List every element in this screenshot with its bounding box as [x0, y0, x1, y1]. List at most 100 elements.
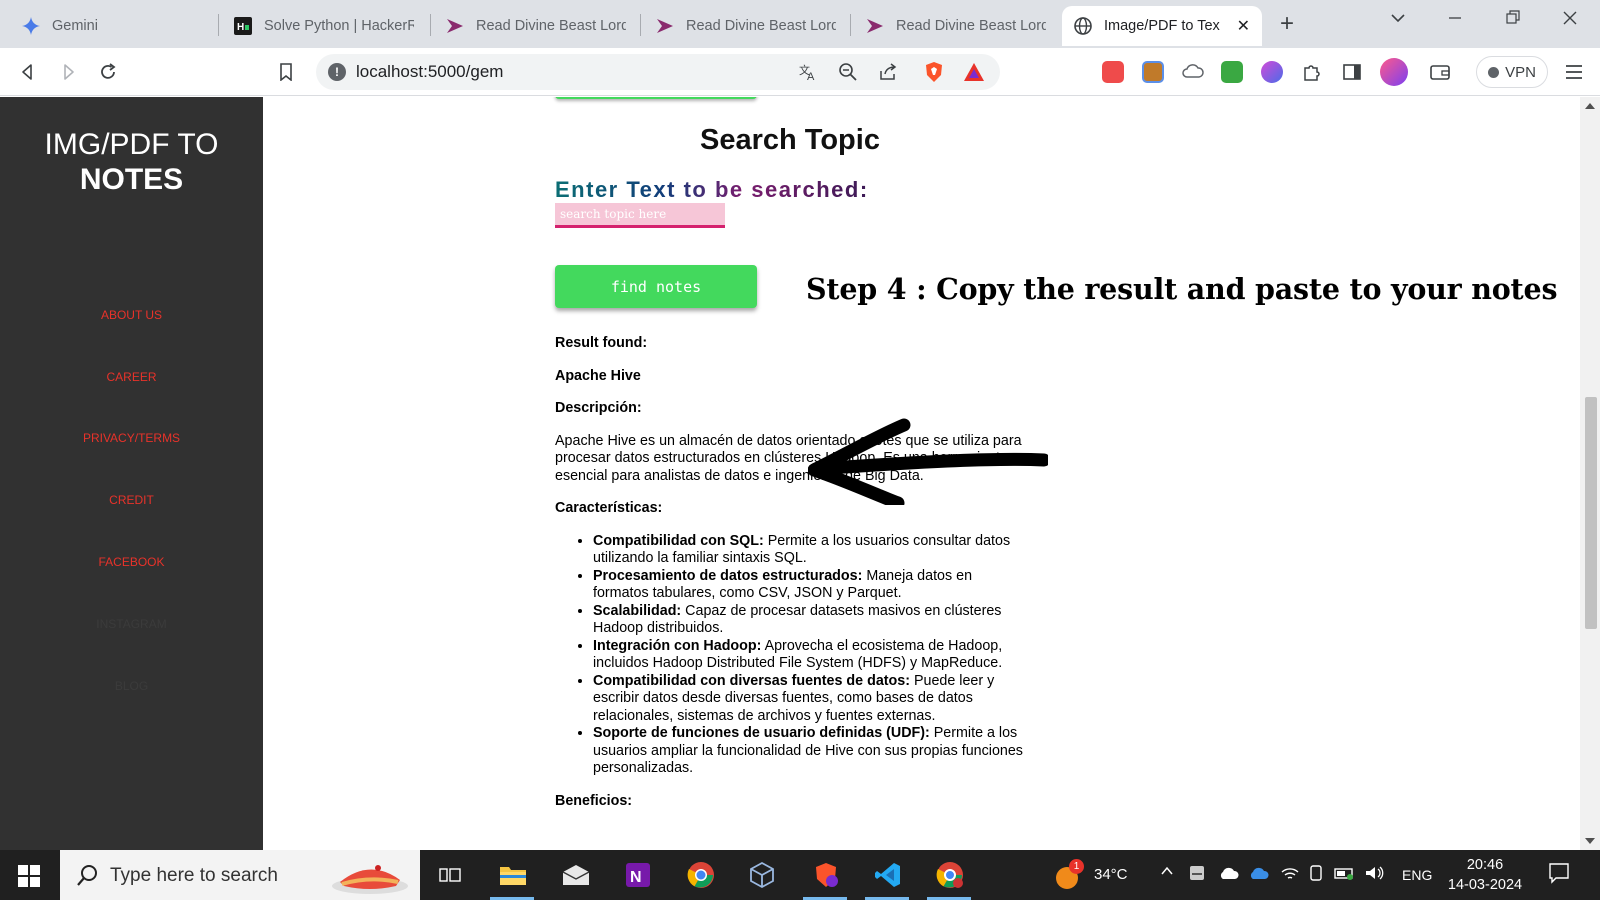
- close-tab-icon[interactable]: ✕: [1237, 16, 1250, 36]
- share-icon[interactable]: [876, 60, 900, 84]
- vpn-status-icon: [1488, 66, 1500, 78]
- extension-green-icon[interactable]: [1221, 61, 1243, 83]
- page-scrollbar[interactable]: [1580, 97, 1600, 850]
- extension-brain-icon[interactable]: [1261, 61, 1283, 83]
- find-notes-button[interactable]: find notes: [555, 265, 757, 308]
- back-icon[interactable]: [16, 60, 40, 84]
- notification-center-icon[interactable]: [1548, 862, 1570, 888]
- result-panel: Result found: Apache Hive Descripción: A…: [555, 335, 1025, 825]
- clock-date: 14-03-2024: [1447, 877, 1523, 893]
- menu-icon[interactable]: [1562, 60, 1586, 84]
- tab-search-chevron-icon[interactable]: [1390, 10, 1406, 31]
- browser-tab-strip: Gemini H Solve Python | HackerR Read Div…: [0, 0, 1600, 48]
- tab-manga-1[interactable]: Read Divine Beast Lord: [434, 6, 638, 46]
- list-item: Compatibilidad con SQL: Permite a los us…: [593, 533, 1025, 568]
- zoom-out-icon[interactable]: [836, 60, 860, 84]
- wifi-icon[interactable]: [1280, 864, 1300, 886]
- new-tab-button[interactable]: +: [1280, 10, 1294, 38]
- scroll-up-arrow-icon[interactable]: [1585, 103, 1595, 109]
- tab-title: Gemini: [52, 18, 98, 34]
- taskbar-clock[interactable]: 20:46 14-03-2024: [1440, 855, 1530, 895]
- extension-active-icon[interactable]: [1142, 61, 1164, 83]
- features-heading: Características:: [555, 500, 663, 516]
- weather-sun-icon[interactable]: 1: [1055, 859, 1084, 895]
- storage-icon[interactable]: [1188, 864, 1206, 886]
- chrome-icon[interactable]: [685, 859, 717, 891]
- task-view-icon[interactable]: [434, 859, 466, 891]
- list-item: Procesamiento de datos estructurados: Ma…: [593, 568, 1025, 603]
- nav-career[interactable]: CAREER: [0, 370, 263, 384]
- brave-browser-icon[interactable]: [810, 859, 842, 891]
- language-indicator[interactable]: ENG: [1402, 867, 1432, 883]
- vpn-label: VPN: [1505, 63, 1536, 81]
- windows-taskbar: Type here to search N 1 34°C ENG 20:46 1…: [0, 850, 1600, 900]
- show-hidden-icons-chevron-icon[interactable]: [1160, 864, 1174, 882]
- restore-button[interactable]: [1506, 10, 1520, 31]
- onedrive-icon[interactable]: [1218, 865, 1240, 885]
- extension-cloud-icon[interactable]: [1181, 60, 1205, 84]
- tab-title: Read Divine Beast Lord: [476, 18, 626, 34]
- list-item: Scalabilidad: Capaz de procesar datasets…: [593, 603, 1025, 638]
- volume-icon[interactable]: [1364, 864, 1384, 886]
- brave-shield-icon[interactable]: [922, 60, 946, 84]
- tab-gemini[interactable]: Gemini: [10, 6, 214, 46]
- manga-site-icon: [656, 17, 674, 35]
- search-icon: [76, 863, 100, 892]
- profile-avatar[interactable]: [1380, 58, 1408, 86]
- virtualbox-icon[interactable]: [746, 859, 778, 891]
- manga-site-icon: [446, 17, 464, 35]
- svg-text:A: A: [807, 71, 815, 82]
- sidebar-toggle-icon[interactable]: [1340, 60, 1364, 84]
- nav-blog[interactable]: BLOG: [0, 679, 263, 693]
- logo-line-1: IMG/PDF TO: [44, 128, 219, 161]
- search-highlight-pie-icon: [330, 856, 410, 900]
- manga-site-icon: [866, 17, 884, 35]
- scrollbar-thumb[interactable]: [1585, 397, 1597, 629]
- tab-title: Image/PDF to Tex: [1104, 18, 1220, 34]
- tab-image-pdf-active[interactable]: Image/PDF to Tex ✕: [1062, 6, 1262, 46]
- nav-credit[interactable]: CREDIT: [0, 493, 263, 507]
- onedrive-sync-icon[interactable]: [1248, 865, 1270, 885]
- reload-icon[interactable]: [96, 60, 120, 84]
- chrome-profile-icon[interactable]: [934, 859, 966, 891]
- extension-red-icon[interactable]: [1102, 61, 1124, 83]
- nav-instagram[interactable]: INSTAGRAM: [0, 617, 263, 631]
- site-logo[interactable]: IMG/PDF TO NOTES: [0, 127, 263, 197]
- device-icon[interactable]: [1308, 864, 1326, 886]
- hackerrank-icon: H: [234, 17, 252, 35]
- url-text: localhost:5000/gem: [356, 62, 504, 81]
- vpn-button[interactable]: VPN: [1476, 56, 1548, 88]
- description-text: Apache Hive es un almacén de datos orien…: [555, 432, 1022, 484]
- tab-manga-3[interactable]: Read Divine Beast Lord: [854, 6, 1058, 46]
- taskbar-search-text: Type here to search: [110, 865, 278, 886]
- windows-start-icon[interactable]: [18, 865, 40, 892]
- battery-icon[interactable]: [1334, 864, 1356, 886]
- minimize-button[interactable]: [1448, 10, 1462, 31]
- clock-time: 20:46: [1466, 857, 1504, 873]
- vscode-icon[interactable]: [872, 859, 904, 891]
- site-info-icon[interactable]: !: [328, 63, 346, 81]
- address-bar[interactable]: ! localhost:5000/gem 文A: [316, 54, 1000, 90]
- previous-button-edge[interactable]: [555, 97, 757, 99]
- weather-temperature[interactable]: 34°C: [1094, 866, 1128, 883]
- search-input[interactable]: [555, 203, 725, 228]
- taskbar-search-box[interactable]: Type here to search: [60, 850, 420, 900]
- bookmark-icon[interactable]: [274, 60, 298, 84]
- browser-toolbar: ! localhost:5000/gem 文A VPN: [0, 48, 1600, 96]
- tab-title: Solve Python | HackerR: [264, 18, 414, 34]
- onenote-icon[interactable]: N: [622, 859, 654, 891]
- nav-privacy-terms[interactable]: PRIVACY/TERMS: [0, 431, 263, 445]
- wallet-icon[interactable]: [1428, 60, 1452, 84]
- forward-icon[interactable]: [56, 60, 80, 84]
- nav-facebook[interactable]: FACEBOOK: [0, 555, 263, 569]
- extensions-puzzle-icon[interactable]: [1300, 60, 1324, 84]
- close-window-button[interactable]: [1562, 10, 1578, 31]
- nav-about-us[interactable]: ABOUT US: [0, 308, 263, 322]
- mail-icon[interactable]: [560, 859, 592, 891]
- tab-manga-2[interactable]: Read Divine Beast Lord: [644, 6, 848, 46]
- file-explorer-icon[interactable]: [497, 859, 529, 891]
- tab-hackerrank[interactable]: H Solve Python | HackerR: [222, 6, 426, 46]
- scroll-down-arrow-icon[interactable]: [1585, 838, 1595, 844]
- translate-icon[interactable]: 文A: [796, 60, 820, 84]
- brave-rewards-icon[interactable]: [962, 60, 986, 84]
